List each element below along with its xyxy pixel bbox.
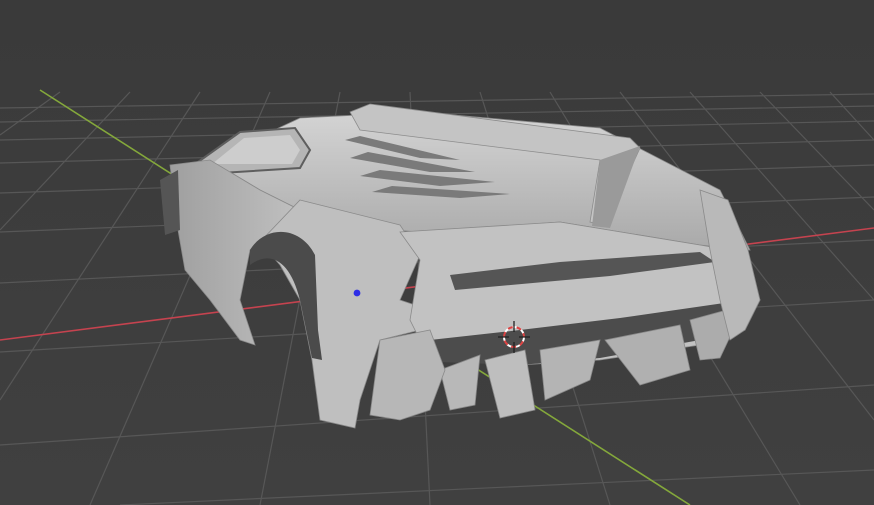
object-origin-dot-icon[interactable]: [353, 289, 361, 297]
3d-viewport[interactable]: [0, 0, 874, 505]
viewport-canvas[interactable]: [0, 0, 874, 505]
